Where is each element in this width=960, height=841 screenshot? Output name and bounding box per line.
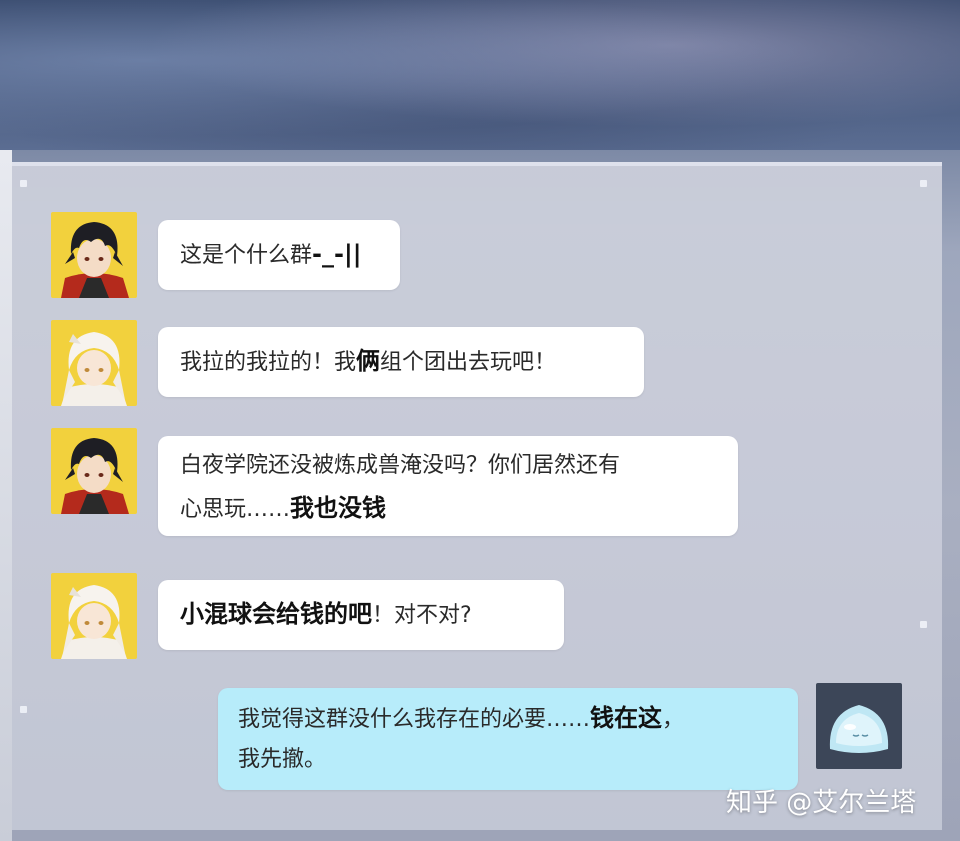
- message-text: 这是个什么群: [180, 243, 313, 268]
- panel-corner-dot: [920, 180, 927, 187]
- blue-slime-avatar-icon[interactable]: [816, 683, 902, 769]
- message-text: 我拉的我拉的！我: [180, 350, 357, 375]
- message-text-strong: 俩: [356, 347, 381, 375]
- message-bubble: 小混球会给钱的吧！对不对?: [158, 580, 564, 650]
- panel-corner-dot: [20, 706, 27, 713]
- message-text: 组个团出去玩吧！: [380, 350, 557, 375]
- message-text-strong: 钱在这: [590, 704, 663, 732]
- black-hair-boy-avatar-icon[interactable]: [51, 212, 137, 298]
- message-text: 心思玩……: [180, 497, 291, 522]
- message-text: ，: [662, 707, 685, 732]
- side-strip: [0, 150, 12, 841]
- message-text-strong: 小混球会给钱的吧: [180, 600, 372, 628]
- black-hair-boy-avatar-icon[interactable]: [51, 428, 137, 514]
- message-text-strong: -_-||: [312, 240, 362, 268]
- message-line: 白夜学院还没被炼成兽淹没吗？你们居然还有: [180, 453, 621, 478]
- message-line: 我先撤。: [238, 747, 327, 772]
- panel-corner-dot: [20, 180, 27, 187]
- blurred-background-top: [0, 0, 960, 150]
- message-text: ！对不对?: [372, 603, 472, 628]
- panel-corner-dot: [920, 621, 927, 628]
- watermark: 知乎 @艾尔兰塔: [726, 788, 917, 818]
- message-bubble: 这是个什么群-_-||: [158, 220, 400, 290]
- white-hair-girl-avatar-icon[interactable]: [51, 573, 137, 659]
- message-text-strong: 我也没钱: [290, 494, 387, 522]
- message-bubble: 我拉的我拉的！我俩组个团出去玩吧！: [158, 327, 644, 397]
- my-message-bubble: 我觉得这群没什么我存在的必要……钱在这， 我先撤。: [218, 688, 798, 790]
- message-text: 我觉得这群没什么我存在的必要……: [238, 707, 591, 732]
- message-bubble: 白夜学院还没被炼成兽淹没吗？你们居然还有 心思玩……我也没钱: [158, 436, 738, 536]
- white-hair-girl-avatar-icon[interactable]: [51, 320, 137, 406]
